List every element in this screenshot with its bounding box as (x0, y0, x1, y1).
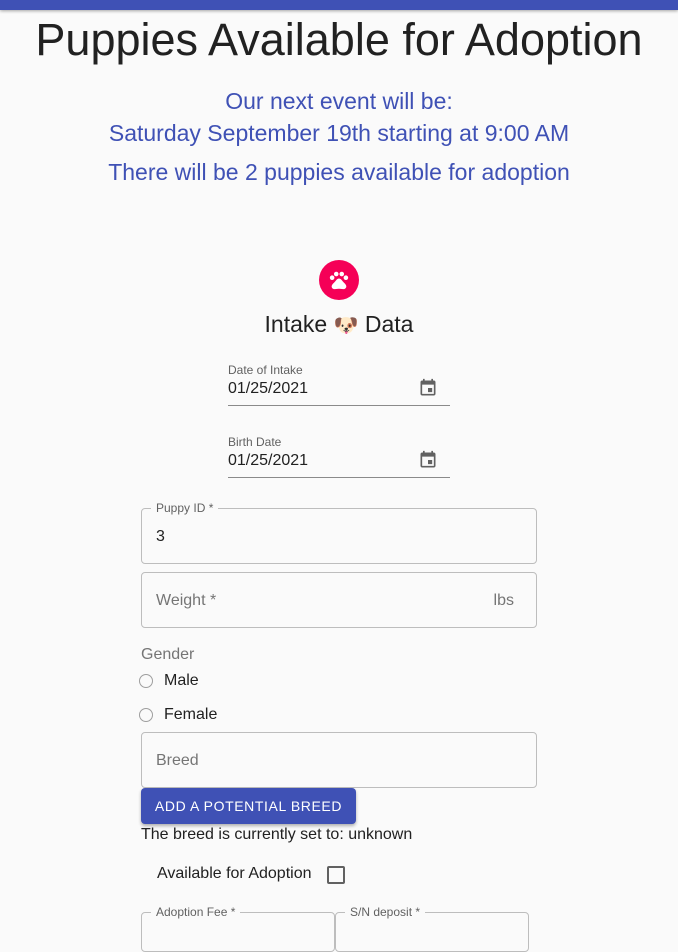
male-label: Male (164, 672, 199, 689)
event-puppy-count: There will be 2 puppies available for ad… (108, 159, 570, 185)
gender-male-option[interactable]: Male (139, 669, 199, 693)
weight-unit: lbs (493, 592, 514, 609)
male-radio[interactable] (139, 674, 153, 688)
available-for-adoption-label: Available for Adoption (157, 865, 312, 882)
event-heading: Our next event will be: (225, 88, 453, 114)
breed-status-text: The breed is currently set to: unknown (141, 826, 413, 843)
dog-icon: 🐶 (333, 315, 359, 337)
breed-placeholder: Breed (156, 752, 199, 769)
date-of-intake-underline (228, 405, 450, 406)
avatar (319, 260, 359, 300)
sn-deposit-field[interactable]: S/N deposit * (335, 905, 529, 952)
female-label: Female (164, 706, 218, 723)
form-title: Intake 🐶 Data (0, 308, 678, 342)
puppy-id-value[interactable]: 3 (156, 528, 165, 546)
page-title: Puppies Available for Adoption (35, 14, 643, 65)
sn-deposit-label: S/N deposit * (345, 905, 426, 919)
event-date: Saturday September 19th starting at 9:00… (108, 120, 570, 146)
available-for-adoption-checkbox[interactable] (327, 866, 345, 884)
calendar-icon[interactable] (418, 378, 438, 398)
gender-female-option[interactable]: Female (139, 703, 217, 727)
birth-date-value[interactable]: 01/25/2021 (228, 452, 308, 470)
form-title-suffix: Data (364, 311, 414, 337)
gender-label: Gender (141, 646, 195, 663)
weight-placeholder: Weight * (156, 592, 217, 609)
app-bar (0, 0, 678, 10)
calendar-icon[interactable] (418, 450, 438, 470)
paw-icon (329, 271, 349, 290)
form-title-text: Intake (264, 311, 328, 337)
puppy-id-field[interactable]: Puppy ID * 3 (141, 501, 537, 564)
date-of-intake-label: Date of Intake (228, 363, 303, 377)
add-potential-breed-button[interactable]: ADD A POTENTIAL BREED (141, 788, 356, 824)
birth-date-field[interactable]: Birth Date 01/25/2021 (228, 435, 450, 485)
birth-date-label: Birth Date (228, 435, 282, 449)
female-radio[interactable] (139, 708, 153, 722)
puppy-id-label: Puppy ID * (151, 501, 219, 515)
date-of-intake-value[interactable]: 01/25/2021 (228, 380, 308, 398)
adoption-fee-label: Adoption Fee * (151, 905, 241, 919)
breed-field[interactable]: Breed (141, 732, 537, 788)
weight-field[interactable]: Weight * lbs (141, 572, 537, 628)
adoption-fee-field[interactable]: Adoption Fee * (141, 905, 335, 952)
date-of-intake-field[interactable]: Date of Intake 01/25/2021 (228, 363, 450, 413)
birth-date-underline (228, 477, 450, 478)
